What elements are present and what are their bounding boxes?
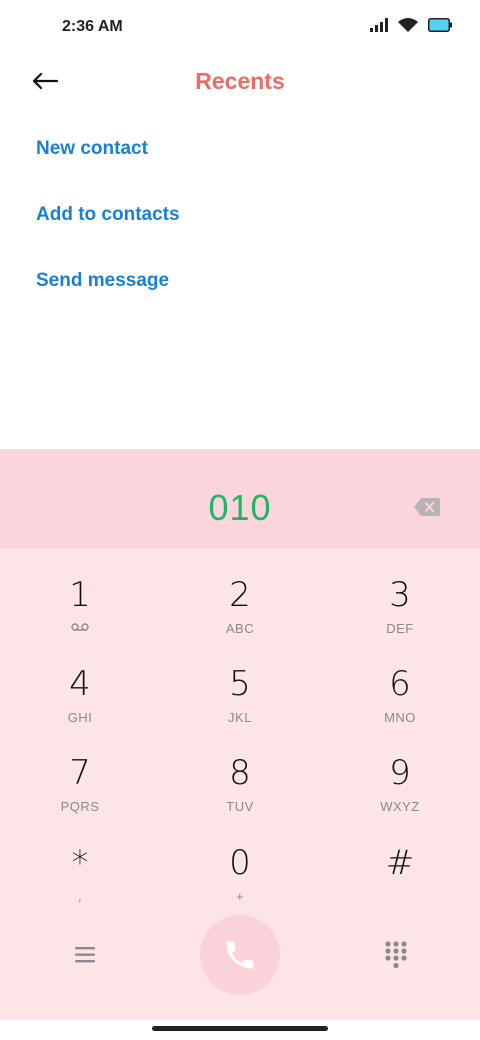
dialed-number: 010 [208,487,272,528]
key-letters: PQRS [60,799,100,814]
key-letters: WXYZ [380,799,420,814]
phone-icon [226,941,254,969]
add-to-contacts-link[interactable]: Add to contacts [36,184,180,250]
header: Recents [0,56,480,108]
key-letters: MNO [384,710,416,725]
key-star[interactable]: * , [10,845,150,925]
call-button[interactable] [200,915,280,995]
key-digit: 6 [389,664,411,704]
key-letters: ABC [225,621,255,636]
key-digit: 4 [69,664,91,704]
voicemail-icon [71,623,89,631]
key-hash[interactable]: # [330,845,470,925]
key-1[interactable]: 1 [10,577,150,657]
keypad-area: 010 1 2 ABC 3 DEF 4 GHI 5 JKL 6 MNO 7 PQ… [0,449,480,1020]
key-2[interactable]: 2 ABC [170,577,310,657]
key-3[interactable]: 3 DEF [330,577,470,657]
signal-icon [370,18,388,32]
dialer-controls [0,915,480,995]
status-time: 2:36 AM [62,18,123,35]
key-9[interactable]: 9 WXYZ [330,755,470,835]
status-bar: 2:36 AM [0,0,480,56]
key-8[interactable]: 8 TUV [170,755,310,835]
key-digit: 3 [389,575,411,615]
send-message-link[interactable]: Send message [36,250,180,316]
key-letters: TUV [226,799,254,814]
key-0[interactable]: 0 + [170,845,310,925]
key-digit: 9 [389,753,411,793]
key-6[interactable]: 6 MNO [330,666,470,746]
action-list: New contact Add to contacts Send message [36,118,180,316]
key-digit: # [385,843,415,883]
key-digit: 7 [69,753,91,793]
key-7[interactable]: 7 PQRS [10,755,150,835]
key-digit: 8 [229,753,251,793]
key-digit: 5 [229,664,251,704]
home-indicator[interactable] [152,1026,328,1031]
key-digit: 1 [69,575,91,615]
key-letters: JKL [228,710,252,725]
key-4[interactable]: 4 GHI [10,666,150,746]
key-5[interactable]: 5 JKL [170,666,310,746]
number-display: 010 [0,449,480,549]
key-digit: 0 [229,843,251,883]
battery-icon [428,18,452,32]
new-contact-link[interactable]: New contact [36,118,180,184]
navigation-bar [0,1020,480,1040]
key-letters: DEF [386,621,414,636]
wifi-icon [398,18,418,32]
key-letters: , [77,889,83,904]
key-letters: GHI [67,710,93,725]
key-letters: + [235,889,245,904]
backspace-icon[interactable] [414,498,440,516]
menu-icon[interactable] [70,943,100,967]
page-title: Recents [195,68,285,94]
key-digit: 2 [229,575,251,615]
dialpad-icon[interactable] [384,940,408,970]
key-digit: * [71,843,89,883]
status-icons [370,18,452,32]
